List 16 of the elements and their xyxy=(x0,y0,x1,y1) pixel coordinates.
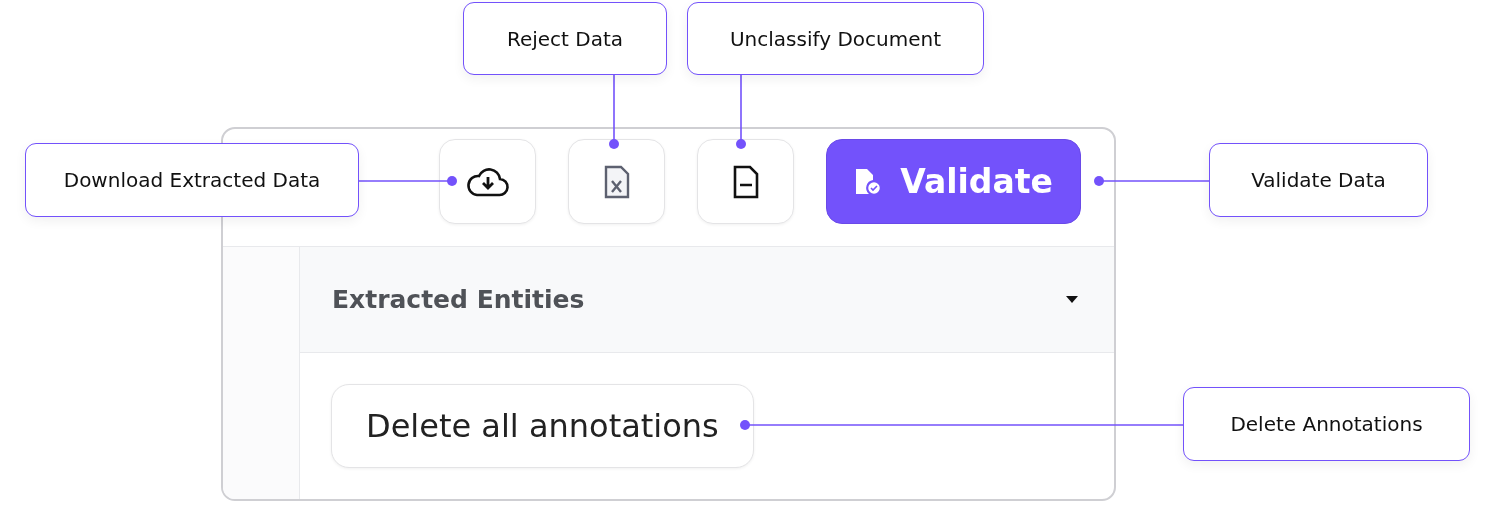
icon-button[interactable] xyxy=(439,139,536,224)
callout-label: Reject Data xyxy=(463,2,667,75)
callout-label: Download Extracted Data xyxy=(25,143,359,217)
delete-all-button[interactable]: Delete all annotations xyxy=(331,384,754,468)
file-minus-icon xyxy=(732,164,759,199)
file-check-icon xyxy=(854,167,883,196)
caret-icon[interactable] xyxy=(1066,296,1078,303)
validate-button[interactable]: Validate xyxy=(826,139,1081,224)
callout-label: Unclassify Document xyxy=(687,2,984,75)
callout-label: Delete Annotations xyxy=(1183,387,1470,461)
cloud-download-icon xyxy=(465,166,510,197)
excel-file-icon xyxy=(603,164,630,199)
icon-button[interactable] xyxy=(697,139,794,224)
section-title: Extracted Entities xyxy=(332,283,585,316)
callout-label: Validate Data xyxy=(1209,143,1428,217)
icon-button[interactable] xyxy=(568,139,665,224)
